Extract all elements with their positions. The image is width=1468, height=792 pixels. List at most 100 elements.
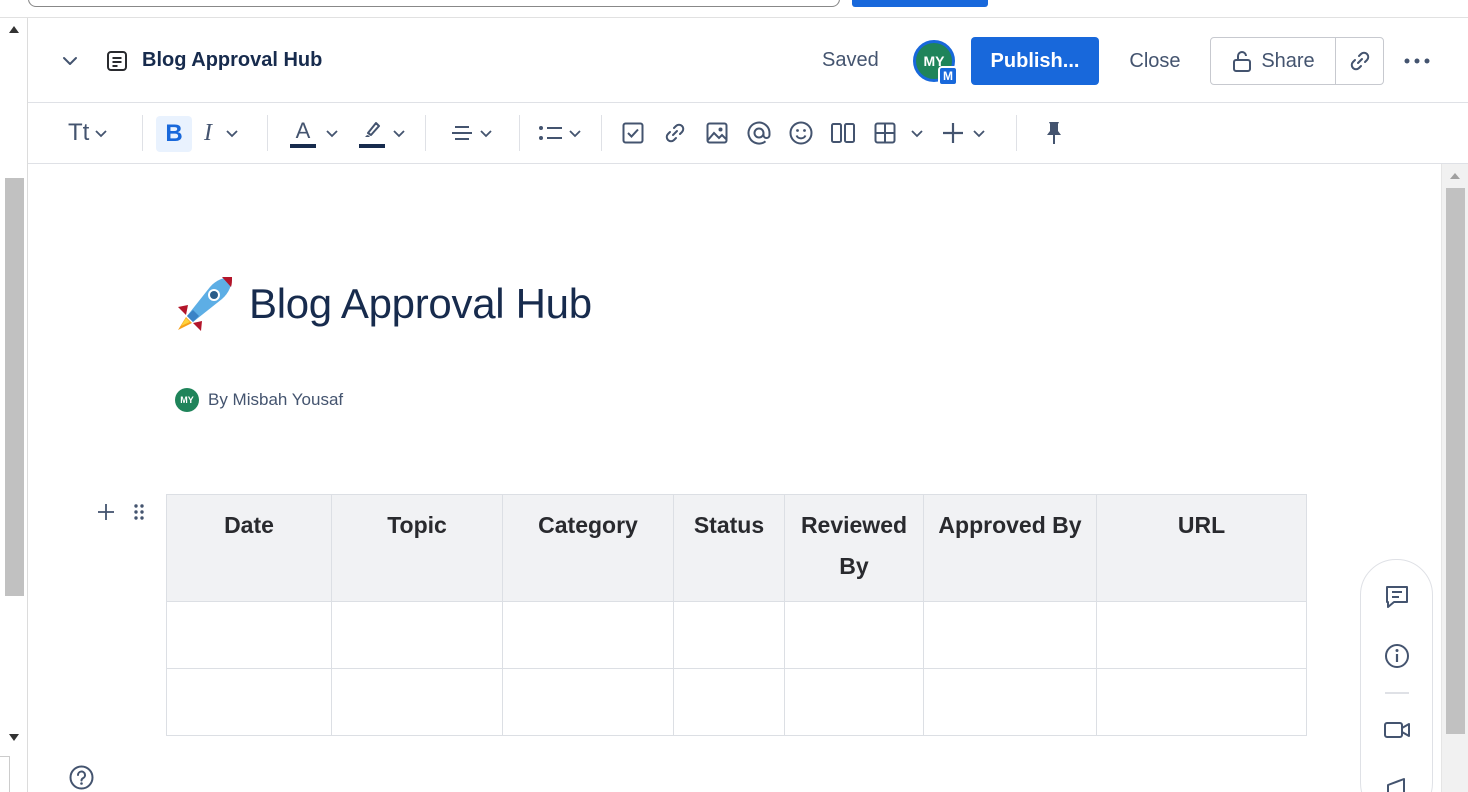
outer-scroll-thumb[interactable]: [5, 178, 24, 596]
save-status: Saved: [822, 49, 879, 71]
chevron-down-icon[interactable]: [60, 51, 80, 71]
chevron-down-icon: [569, 130, 581, 138]
bold-button[interactable]: B: [156, 116, 192, 152]
toolbar-divider: [1016, 115, 1017, 151]
top-action-button[interactable]: [852, 0, 988, 7]
pin-toolbar-button[interactable]: [1042, 117, 1066, 149]
text-style-label: Tt: [68, 119, 90, 146]
text-color-dropdown[interactable]: A: [290, 117, 340, 149]
announce-button[interactable]: [1383, 774, 1411, 792]
table-header-cell[interactable]: URL: [1096, 494, 1307, 602]
table-cell[interactable]: [923, 668, 1097, 736]
image-button[interactable]: [705, 117, 729, 149]
highlight-dropdown[interactable]: [359, 117, 407, 149]
plus-icon: [98, 504, 114, 520]
toolbar-divider: [425, 115, 426, 151]
table-header-row: Date Topic Category Status Reviewed By A…: [166, 494, 1307, 602]
scroll-up-arrow-icon[interactable]: [9, 26, 19, 33]
rocket-emoji-icon[interactable]: [172, 275, 234, 337]
comments-button[interactable]: [1383, 582, 1411, 610]
table-header-cell[interactable]: Approved By: [923, 494, 1097, 602]
chevron-down-icon: [95, 130, 107, 138]
close-button[interactable]: Close: [1116, 37, 1194, 85]
approval-table[interactable]: Date Topic Category Status Reviewed By A…: [166, 494, 1307, 736]
byline-avatar[interactable]: MY: [175, 388, 199, 412]
alignment-dropdown[interactable]: [450, 117, 494, 149]
scroll-up-arrow-icon[interactable]: [1450, 173, 1460, 179]
address-bar[interactable]: [28, 0, 840, 7]
text-color-icon: A: [290, 118, 316, 148]
task-button[interactable]: [621, 117, 645, 149]
more-actions-button[interactable]: [1400, 37, 1434, 85]
table-header-cell[interactable]: Date: [166, 494, 332, 602]
help-icon: [69, 765, 94, 790]
text-style-dropdown[interactable]: Tt: [68, 117, 109, 149]
table-cell[interactable]: [923, 601, 1097, 669]
drag-handle[interactable]: [132, 503, 146, 521]
avatar-badge: M: [938, 66, 958, 86]
table-row: [166, 668, 1307, 736]
scroll-down-arrow-icon[interactable]: [9, 734, 19, 741]
mention-icon: [747, 121, 771, 145]
document-title[interactable]: Blog Approval Hub: [249, 280, 592, 328]
link-button[interactable]: [663, 117, 687, 149]
page-title[interactable]: Blog Approval Hub: [142, 49, 322, 72]
chevron-down-icon: [226, 130, 238, 138]
outer-scrollbar[interactable]: [0, 18, 28, 792]
chevron-down-icon: [480, 130, 492, 138]
table-icon: [874, 122, 896, 144]
link-icon: [1350, 51, 1369, 71]
table-header-cell[interactable]: Reviewed By: [784, 494, 924, 602]
video-button[interactable]: [1383, 716, 1411, 744]
info-icon: [1385, 644, 1409, 668]
emoji-button[interactable]: [788, 117, 814, 149]
add-row-button[interactable]: [96, 502, 116, 522]
table-cell[interactable]: [331, 668, 503, 736]
table-cell[interactable]: [166, 668, 332, 736]
table-cell[interactable]: [784, 601, 924, 669]
content-scrollbar[interactable]: [1441, 164, 1468, 792]
mention-button[interactable]: [746, 117, 772, 149]
browser-top-strip: [0, 0, 1468, 18]
publish-button[interactable]: Publish...: [971, 37, 1099, 85]
table-cell[interactable]: [502, 601, 674, 669]
insert-dropdown[interactable]: [941, 117, 987, 149]
table-cell[interactable]: [673, 601, 785, 669]
table-cell[interactable]: [784, 668, 924, 736]
side-action-panel: [1360, 559, 1433, 792]
table-cell[interactable]: [1096, 668, 1307, 736]
editor-content[interactable]: Blog Approval Hub MY By Misbah Yousaf Da…: [28, 164, 1441, 792]
italic-dropdown[interactable]: I: [204, 117, 240, 149]
editor-header: Blog Approval Hub Saved MY M Publish... …: [28, 18, 1468, 103]
columns-icon: [831, 123, 855, 143]
table-cell[interactable]: [166, 601, 332, 669]
table-header-cell[interactable]: Status: [673, 494, 785, 602]
video-icon: [1384, 722, 1410, 738]
table-cell[interactable]: [673, 668, 785, 736]
table-cell[interactable]: [331, 601, 503, 669]
table-cell[interactable]: [1096, 601, 1307, 669]
share-button[interactable]: Share: [1210, 37, 1336, 85]
comment-icon: [1386, 586, 1408, 608]
content-scroll-thumb[interactable]: [1446, 188, 1465, 734]
details-button[interactable]: [1383, 642, 1411, 670]
page-icon: [106, 50, 128, 72]
help-button[interactable]: [69, 765, 94, 790]
bullet-list-icon: [539, 126, 562, 140]
link-icon: [665, 123, 685, 143]
chevron-down-icon: [326, 130, 338, 138]
toolbar-divider: [142, 115, 143, 151]
table-header-cell[interactable]: Topic: [331, 494, 503, 602]
table-cell[interactable]: [502, 668, 674, 736]
image-icon: [706, 122, 728, 144]
highlight-icon: [359, 118, 385, 148]
list-dropdown[interactable]: [537, 117, 583, 149]
italic-label: I: [204, 119, 212, 146]
copy-link-button[interactable]: [1335, 37, 1384, 85]
table-header-cell[interactable]: Category: [502, 494, 674, 602]
byline[interactable]: By Misbah Yousaf: [208, 390, 343, 410]
megaphone-icon: [1387, 778, 1405, 792]
table-dropdown[interactable]: [873, 117, 925, 149]
drag-handle-icon: [134, 504, 144, 520]
layouts-button[interactable]: [830, 117, 856, 149]
